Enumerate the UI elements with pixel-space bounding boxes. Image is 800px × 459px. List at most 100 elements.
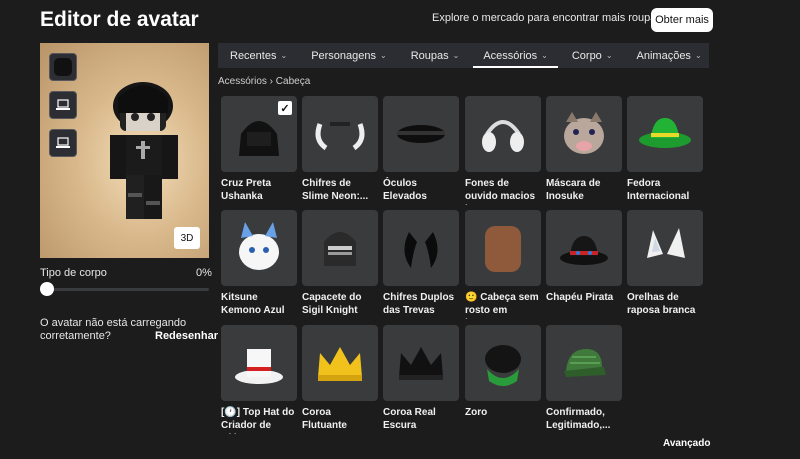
tab-3[interactable]: Acessórios ⌄ [471,43,560,68]
accessory-thumbnail[interactable]: ✓ [221,96,297,172]
white-headphones-icon [482,120,524,152]
accessory-thumbnail[interactable] [302,210,378,286]
accessory-name: Chapéu Pirata [546,292,614,303]
head-view-button[interactable] [49,53,77,81]
accessory-thumbnail[interactable] [627,210,703,286]
accessory-thumbnail[interactable] [465,96,541,172]
chevron-down-icon: ⌄ [605,51,613,60]
chevron-down-icon: ⌄ [452,51,460,60]
accessory-thumbnail[interactable] [302,96,378,172]
tab-1[interactable]: Personagens ⌄ [299,43,399,68]
tab-4[interactable]: Corpo ⌄ [560,43,625,68]
accessory-name: Confirmado, Legitimado,... [546,407,611,431]
tab-label: Acessórios [483,49,538,62]
black-goggles-icon [397,125,445,143]
green-fedora-icon [639,118,691,148]
zoro-head-icon [485,345,521,386]
accessory-name: 🙂 Cabeça sem rosto em branc... [465,292,539,319]
accessory-thumbnail[interactable] [221,210,297,286]
accessory-item[interactable]: Óculos Elevados Negros [383,96,459,205]
accessory-thumbnail[interactable] [383,210,459,286]
accessory-item[interactable]: Fedora Internacional –... [627,96,703,205]
tab-label: Personagens [311,49,377,62]
accessory-name: Kitsune Kemono Azul [221,292,285,316]
redraw-button[interactable]: Redesenhar [155,330,218,342]
head-icon [54,58,72,76]
accessory-item[interactable]: ✓ Cruz Preta Ushanka [221,96,297,205]
kitsune-mask-icon [239,222,279,270]
white-tophat-icon [235,349,283,384]
tab-label: Recentes [230,49,277,62]
body-type-value: 0% [196,267,212,279]
accessory-name: [🕐] Top Hat do Criador de Vídeo [221,407,295,434]
accessory-name: Chifres de Slime Neon:... [302,178,369,202]
accessory-thumbnail[interactable] [465,210,541,286]
faceless-head-icon [485,226,521,272]
breadcrumb[interactable]: Acessórios › Cabeça [218,76,310,87]
accessory-item[interactable]: Coroa Flutuante [302,325,378,434]
avatar-preview[interactable]: 3D [40,43,209,258]
accessory-item[interactable]: Fones de ouvido macios brancos... [465,96,541,205]
accessory-thumbnail[interactable] [383,96,459,172]
get-more-button[interactable]: Obter mais [651,8,713,32]
accessory-thumbnail[interactable] [546,210,622,286]
accessory-name: Óculos Elevados Negros [383,178,427,205]
accessory-item[interactable]: Capacete do Sigil Knight [302,210,378,319]
tab-5[interactable]: Animações ⌄ [625,43,714,68]
chevron-down-icon: ⌄ [380,51,387,60]
accessory-item[interactable]: Kitsune Kemono Azul [221,210,297,319]
accessory-item[interactable]: Chifres Duplos das Trevas [383,210,459,319]
accessory-item[interactable]: Chapéu Pirata [546,210,622,319]
accessory-thumbnail[interactable] [627,96,703,172]
chevron-down-icon: ⌄ [694,51,702,60]
tab-label: Corpo [571,49,602,62]
accessory-item[interactable]: [🕐] Top Hat do Criador de Vídeo [221,325,297,434]
knight-helmet-icon [324,232,356,266]
pirate-hat-icon [560,236,608,265]
accessory-item[interactable]: 🙂 Cabeça sem rosto em branc... [465,210,541,319]
gold-crown-icon [318,347,362,381]
promo-text: Explore o mercado para encontrar mais ro… [432,12,665,24]
chevron-down-icon: ⌄ [280,51,288,60]
accessory-item[interactable]: Máscara de Inosuke [546,96,622,205]
accessory-thumbnail[interactable] [465,325,541,401]
advanced-button[interactable]: Avançado [663,438,710,449]
dark-horns-icon [404,232,438,268]
checkmark-icon[interactable]: ✓ [278,101,292,115]
accessory-item[interactable]: Confirmado, Legitimado,... [546,325,622,434]
body-type-slider-knob[interactable] [40,282,54,296]
accessory-item[interactable]: Coroa Real Escura [383,325,459,434]
tab-2[interactable]: Roupas ⌄ [399,43,472,68]
accessory-name: Coroa Flutuante [302,407,347,431]
accessory-thumbnail[interactable] [302,325,378,401]
accessory-name: Fedora Internacional –... [627,178,690,205]
accessory-thumbnail[interactable] [546,325,622,401]
body-type-slider-track[interactable] [44,288,209,291]
accessory-name: Máscara de Inosuke [546,178,601,202]
laptop-icon [56,99,70,110]
body-type-label: Tipo de corpo [40,267,107,279]
category-tabs: Recentes ⌄ Personagens ⌄ Roupas ⌄ Acessórios ⌄ C… [218,43,709,68]
accessory-thumbnail[interactable] [383,325,459,401]
accessory-item[interactable]: Orelhas de raposa branca –... [627,210,703,319]
tab-label: Animações [636,49,691,62]
accessory-name: Zoro [465,407,488,418]
fox-ears-icon [647,228,685,258]
accessory-thumbnail[interactable] [221,325,297,401]
chevron-down-icon: ⌄ [541,51,548,60]
accessory-thumbnail[interactable] [546,96,622,172]
tab-0[interactable]: Recentes ⌄ [218,43,299,68]
slime-horns-icon [315,122,365,151]
laptop-view-button-1[interactable] [49,91,77,119]
accessory-name: Coroa Real Escura [383,407,436,431]
3d-toggle-button[interactable]: 3D [174,227,200,249]
dark-crown-icon [399,347,443,380]
accessory-name: Chifres Duplos das Trevas [383,292,455,316]
laptop-icon [56,137,70,148]
accessory-item[interactable]: Chifres de Slime Neon:... [302,96,378,205]
accessory-name: Capacete do Sigil Knight [302,292,362,316]
accessory-item[interactable]: Zoro [465,325,541,434]
accessory-name: Orelhas de raposa branca –... [627,292,696,319]
laptop-view-button-2[interactable] [49,129,77,157]
green-cap-icon [564,349,606,377]
